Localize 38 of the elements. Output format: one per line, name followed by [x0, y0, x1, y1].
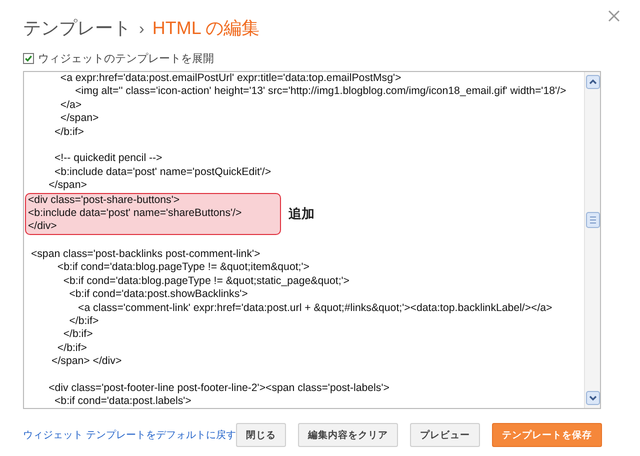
scroll-down-icon[interactable] — [586, 391, 600, 405]
code-line: </b:if> — [56, 342, 88, 356]
code-line: </b:if> — [62, 328, 94, 342]
code-line: <!-- quickedit pencil --> — [53, 152, 164, 166]
scroll-up-icon[interactable] — [586, 75, 600, 89]
code-line: <b:include data='post' name='shareButtons'/> — [28, 206, 242, 220]
code-line: </b:if> — [68, 315, 100, 328]
code-line: </a> — [59, 98, 83, 112]
code-line: <b:if cond='data:blog.pageType != &quot;static_page&quot;'> — [62, 274, 350, 288]
dialog-title: HTML の編集 — [152, 17, 260, 40]
dialog-button[interactable]: プレビュー — [410, 423, 480, 447]
restore-default-link[interactable]: ウィジェット テンプレートをデフォルトに戻す — [23, 428, 236, 442]
code-line: <div class='post-share-buttons'> — [28, 194, 181, 207]
code-line: <b:if cond='data:post.labels'> — [53, 395, 192, 408]
checkbox-label: ウィジェットのテンプレートを展開 — [38, 52, 214, 66]
code-line: <span class='post-backlinks post-comment-link'> — [30, 248, 262, 262]
code-line: <b:if cond='data:blog.pageType != &quot;item&quot;'> — [56, 261, 310, 275]
code-line: <a class='comment-link' expr:href='data:post.url + &quot;#links&quot;'><data:top.backlinkLabel/></a> — [77, 302, 554, 316]
breadcrumb-separator: › — [139, 21, 144, 39]
code-line: </div> — [28, 220, 58, 234]
code-line: <div class='post-footer-line post-footer-line-2'><span class='post-labels'> — [48, 382, 390, 396]
code-line: </span> </div> — [50, 355, 123, 369]
code-line: </span> — [59, 112, 100, 126]
code-editor[interactable] — [23, 71, 601, 409]
checkbox[interactable] — [23, 52, 34, 64]
scrollbar[interactable] — [584, 72, 600, 408]
dialog-button[interactable]: 閉じる — [236, 423, 286, 447]
code-line: <a expr:href='data:post.emailPostUrl' expr:title='data:top.emailPostMsg'> — [59, 72, 402, 86]
close-icon[interactable] — [608, 10, 620, 22]
code-line: <b:if cond='data:post.showBacklinks'> — [68, 288, 249, 302]
code-line: </span> — [48, 179, 88, 193]
code-line: <b:include data='post' name='postQuickEdit'/> — [53, 166, 272, 180]
code-line: </b:if> — [53, 126, 85, 139]
code-line: <img alt='' class='icon-action' height='13' src='http://img1.blogblog.com/img/icon18_email.gif' width='18'/> — [74, 85, 568, 99]
dialog-button[interactable]: 編集内容をクリア — [298, 423, 398, 447]
scroll-thumb-icon[interactable] — [586, 212, 600, 228]
breadcrumb-parent: テンプレート — [23, 17, 131, 40]
annotation-label: 追加 — [288, 204, 315, 223]
